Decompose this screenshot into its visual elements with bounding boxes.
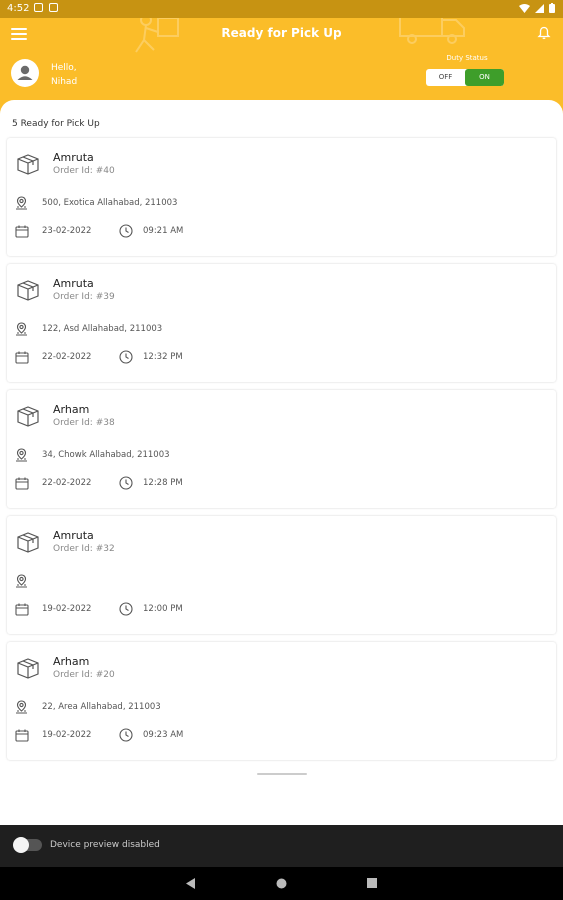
order-time: 09:21 AM — [143, 226, 184, 236]
order-id: Order Id: #38 — [53, 418, 115, 428]
device-preview-label: Device preview disabled — [50, 840, 160, 850]
pickup-address: 122, Asd Allahabad, 211003 — [42, 324, 163, 334]
location-pin-icon — [16, 700, 27, 714]
device-preview-toggle[interactable] — [13, 837, 42, 853]
order-id: Order Id: #39 — [53, 292, 115, 302]
clock-icon — [119, 350, 133, 364]
order-card[interactable]: Amruta Order Id: #39 122, Asd Allahabad,… — [7, 264, 556, 382]
clock-icon — [119, 476, 133, 490]
order-date: 19-02-2022 — [42, 604, 92, 614]
home-icon[interactable] — [276, 878, 287, 889]
notification-icon — [34, 3, 43, 12]
order-time: 12:28 PM — [143, 478, 183, 488]
bell-icon[interactable] — [537, 26, 551, 40]
user-greeting: Hello, Nihad — [51, 61, 77, 89]
device-preview-bar: Device preview disabled — [0, 825, 563, 867]
clock-icon — [119, 224, 133, 238]
order-card[interactable]: Amruta Order Id: #32 19-02-2022 12:00 PM — [7, 516, 556, 634]
order-time: 09:23 AM — [143, 730, 184, 740]
order-date: 22-02-2022 — [42, 352, 92, 362]
customer-name: Amruta — [53, 277, 94, 290]
calendar-icon — [15, 729, 29, 742]
package-icon — [17, 280, 39, 301]
toggle-off-option[interactable]: OFF — [426, 69, 465, 86]
bottom-sheet-handle[interactable] — [257, 773, 307, 775]
order-card[interactable]: Arham Order Id: #38 34, Chowk Allahabad,… — [7, 390, 556, 508]
sim-icon — [49, 3, 58, 12]
order-card[interactable]: Amruta Order Id: #40 500, Exotica Allaha… — [7, 138, 556, 256]
order-id: Order Id: #20 — [53, 670, 115, 680]
customer-name: Amruta — [53, 151, 94, 164]
system-icons — [519, 3, 555, 13]
location-pin-icon — [16, 196, 27, 210]
duty-status-toggle[interactable]: OFF ON — [426, 69, 504, 86]
app-header: Ready for Pick Up Hello, Nihad Duty Stat… — [0, 18, 563, 100]
pickup-address: 500, Exotica Allahabad, 211003 — [42, 198, 178, 208]
order-card[interactable]: Arham Order Id: #20 22, Area Allahabad, … — [7, 642, 556, 760]
calendar-icon — [15, 225, 29, 238]
status-bar: 4:52 — [0, 0, 563, 18]
greeting-text: Hello, — [51, 63, 77, 73]
recents-icon[interactable] — [367, 878, 377, 888]
clock-icon — [119, 602, 133, 616]
calendar-icon — [15, 477, 29, 490]
signal-icon — [535, 3, 544, 13]
package-icon — [17, 658, 39, 679]
calendar-icon — [15, 603, 29, 616]
order-date: 19-02-2022 — [42, 730, 92, 740]
location-pin-icon — [16, 322, 27, 336]
status-time: 4:52 — [7, 3, 30, 14]
location-pin-icon — [16, 574, 27, 588]
order-id: Order Id: #32 — [53, 544, 115, 554]
order-id: Order Id: #40 — [53, 166, 115, 176]
order-date: 22-02-2022 — [42, 478, 92, 488]
pickup-address: 34, Chowk Allahabad, 211003 — [42, 450, 170, 460]
order-time: 12:00 PM — [143, 604, 183, 614]
toggle-on-option[interactable]: ON — [465, 69, 504, 86]
package-icon — [17, 532, 39, 553]
pickup-address: 22, Area Allahabad, 211003 — [42, 702, 161, 712]
calendar-icon — [15, 351, 29, 364]
back-icon[interactable] — [186, 878, 196, 889]
avatar[interactable] — [11, 59, 39, 87]
location-pin-icon — [16, 448, 27, 462]
customer-name: Arham — [53, 403, 90, 416]
clock-icon — [119, 728, 133, 742]
customer-name: Amruta — [53, 529, 94, 542]
wifi-icon — [519, 3, 530, 13]
ready-count-label: 5 Ready for Pick Up — [12, 119, 100, 129]
customer-name: Arham — [53, 655, 90, 668]
notification-icons — [34, 3, 58, 12]
order-date: 23-02-2022 — [42, 226, 92, 236]
order-time: 12:32 PM — [143, 352, 183, 362]
system-navigation-bar — [0, 867, 563, 900]
page-title: Ready for Pick Up — [221, 26, 342, 40]
user-icon — [17, 65, 33, 80]
package-icon — [17, 154, 39, 175]
battery-icon — [549, 3, 555, 13]
user-name: Nihad — [51, 77, 78, 87]
duty-status-label: Duty Status — [446, 54, 488, 62]
package-icon — [17, 406, 39, 427]
order-list-panel: 5 Ready for Pick Up Amruta Order Id: #40… — [0, 100, 563, 825]
